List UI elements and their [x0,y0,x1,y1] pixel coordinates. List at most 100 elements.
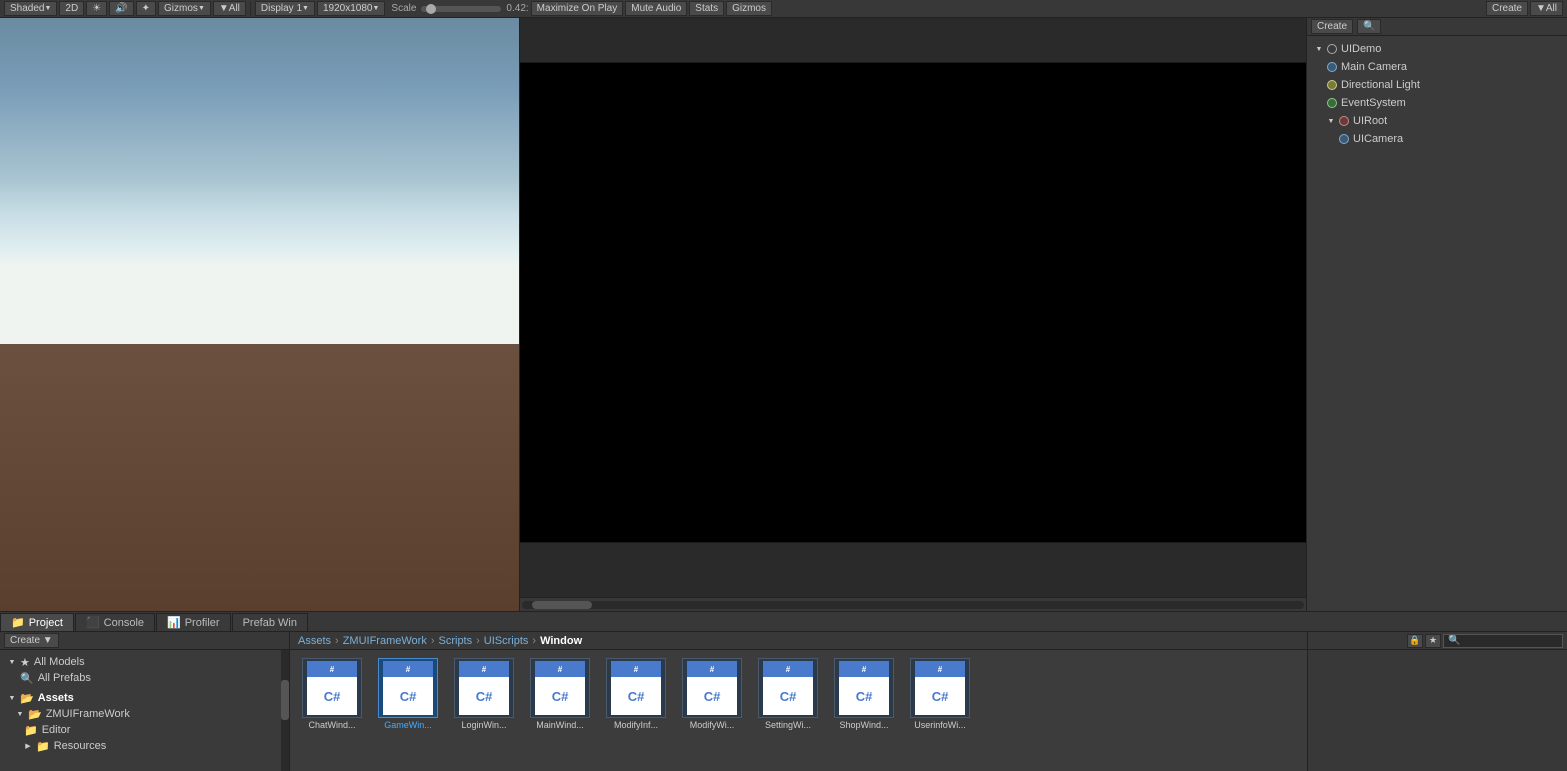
userinfowi-cs-body: C# [915,677,965,715]
hierarchy-uidemo[interactable]: UIDemo [1307,40,1567,58]
asset-loginwin[interactable]: # C# LoginWin... [450,658,518,730]
project-tab-icon: 📁 [11,616,25,629]
chatwind-cs-body: C# [307,677,357,715]
2d-button[interactable]: 2D [59,1,84,16]
tab-profiler[interactable]: 📊 Profiler [156,613,231,631]
mainwind-icon-wrapper: # C# [530,658,590,718]
tab-console[interactable]: ⬛ Console [75,613,155,631]
tree-assets[interactable]: 📂 Assets [0,690,289,706]
console-tab-icon: ⬛ [86,616,100,629]
all-dropdown[interactable]: ▼All [213,1,246,16]
tree-zmui[interactable]: 📂 ZMUIFrameWork [0,706,289,722]
breadcrumb-zmui[interactable]: ZMUIFrameWork [343,635,427,647]
hierarchy-uiroot[interactable]: UIRoot [1307,112,1567,130]
shopwind-label: ShopWind... [839,720,888,730]
shaded-dropdown[interactable]: Shaded [4,1,57,16]
tree-favorites[interactable]: ★ All Models [0,654,289,670]
asset-gamewin[interactable]: # C# GameWin... [374,658,442,730]
gizmos-dropdown[interactable]: Gizmos [158,1,211,16]
tab-project[interactable]: 📁 Project [0,613,74,631]
breadcrumb-sep1: › [335,635,339,647]
stats-btn[interactable]: Stats [689,1,724,16]
star-icon-btn[interactable]: ★ [1425,634,1441,648]
light-toggle[interactable]: ☀ [86,1,107,16]
breadcrumb-window: Window [540,635,582,647]
asset-mainwind[interactable]: # C# MainWind... [526,658,594,730]
asset-shopwind[interactable]: # C# ShopWind... [830,658,898,730]
gizmos2-btn[interactable]: Gizmos [726,1,772,16]
userinfowi-cs-icon: # C# [915,661,965,715]
maximize-on-play-btn[interactable]: Maximize On Play [531,1,624,16]
settingwi-cs-body: C# [763,677,813,715]
tree-all-prefabs[interactable]: 🔍 All Prefabs [0,670,289,686]
asset-search-input[interactable] [1443,634,1563,648]
resources-label: Resources [54,740,107,752]
scrollbar-track [522,601,1304,609]
sky-gradient [0,18,519,374]
hierarchy-uicamera[interactable]: UICamera [1307,130,1567,148]
hierarchy-directional-light[interactable]: Directional Light [1307,76,1567,94]
hierarchy-toolbar: Create 🔍 [1307,18,1567,36]
asset-modifywi[interactable]: # C# ModifyWi... [678,658,746,730]
scale-slider[interactable] [421,6,501,12]
chatwind-icon-wrapper: # C# [302,658,362,718]
display-dropdown[interactable]: Display 1 [255,1,315,16]
tree-scrollbar[interactable] [281,650,289,771]
settingwi-cs-header: # [763,661,813,677]
hierarchy-panel: Create 🔍 UIDemo Main Camera Directional … [1307,18,1567,611]
gamewin-cs-body: C# [383,677,433,715]
loginwin-label: LoginWin... [461,720,506,730]
file-tree-content: ★ All Models 🔍 All Prefabs 📂 Assets 📂 ZM… [0,650,289,771]
fx-toggle[interactable]: ✦ [136,1,156,16]
create-btn[interactable]: Create [1486,1,1528,16]
breadcrumb-scripts[interactable]: Scripts [439,635,473,647]
triangle-assets [8,694,16,702]
resolution-dropdown[interactable]: 1920x1080 [317,1,385,16]
tree-scroll-thumb [281,680,289,720]
tree-editor[interactable]: 📁 Editor [0,722,289,738]
bottom-panel: 📁 Project ⬛ Console 📊 Profiler Prefab Wi… [0,611,1567,771]
userinfowi-cs-header: # [915,661,965,677]
shopwind-cs-icon: # C# [839,661,889,715]
all2-btn[interactable]: ▼All [1530,1,1563,16]
triangle-resources [24,742,32,750]
hierarchy-create-btn[interactable]: Create [1311,19,1353,34]
hierarchy-search-btn[interactable]: 🔍 [1357,19,1381,34]
create-assets-btn[interactable]: Create ▼ [4,633,59,648]
game-view[interactable] [520,63,1306,542]
asset-settingwi[interactable]: # C# SettingWi... [754,658,822,730]
all-prefabs-label: All Prefabs [38,672,91,684]
top-toolbar: Shaded 2D ☀ 🔊 ✦ Gizmos ▼All Display 1 19… [0,0,1567,18]
mute-audio-btn[interactable]: Mute Audio [625,1,687,16]
scene-view[interactable] [0,18,519,611]
triangle-favorites [8,658,16,666]
modifywi-cs-icon: # C# [687,661,737,715]
favorites-icon: ★ [20,656,30,669]
file-tree-toolbar: Create ▼ [0,632,289,650]
bottom-right-toolbar: 🔒 ★ [1308,632,1567,650]
tree-resources[interactable]: 📁 Resources [0,738,289,754]
triangle-uidemo [1315,45,1323,53]
gamewin-label: GameWin... [384,720,432,730]
tab-prefab-win[interactable]: Prefab Win [232,613,308,631]
scale-value: 0.42: [506,3,528,14]
light-icon [1327,80,1337,90]
breadcrumb-uiscripts[interactable]: UIScripts [484,635,529,647]
hierarchy-main-camera[interactable]: Main Camera [1307,58,1567,76]
scene-panel [0,18,520,611]
hierarchy-content: UIDemo Main Camera Directional Light Eve… [1307,36,1567,611]
game-scrollbar[interactable] [520,597,1306,611]
asset-userinfowi[interactable]: # C# UserinfoWi... [906,658,974,730]
lock-icon-btn[interactable]: 🔒 [1407,634,1423,648]
mainwind-label: MainWind... [536,720,584,730]
loginwin-cs-header: # [459,661,509,677]
audio-toggle[interactable]: 🔊 [109,1,133,16]
camera-icon [1327,62,1337,72]
hierarchy-event-system[interactable]: EventSystem [1307,94,1567,112]
asset-modifyinf[interactable]: # C# ModifyInf... [602,658,670,730]
loginwin-icon-wrapper: # C# [454,658,514,718]
breadcrumb-assets[interactable]: Assets [298,635,331,647]
asset-chatwind[interactable]: # C# ChatWind... [298,658,366,730]
settingwi-cs-icon: # C# [763,661,813,715]
assets-label: Assets [38,692,74,704]
